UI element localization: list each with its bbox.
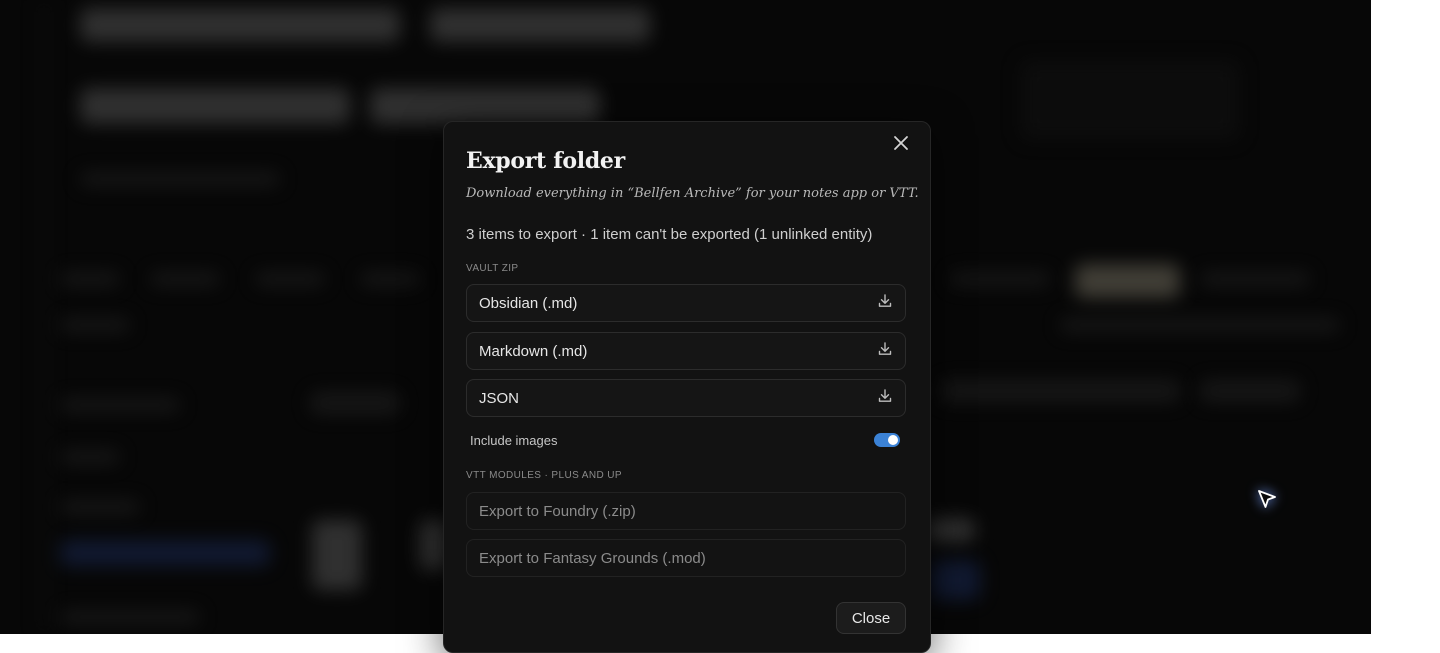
include-images-row: Include images [470, 430, 900, 450]
option-label: Export to Fantasy Grounds (.mod) [479, 549, 706, 567]
vtt-modules-section-label: VTT MODULES · PLUS AND UP [466, 470, 622, 481]
download-icon [877, 293, 893, 313]
vault-zip-section-label: VAULT ZIP [466, 263, 519, 274]
download-icon [877, 388, 893, 408]
close-icon[interactable] [890, 132, 912, 154]
close-button[interactable]: Close [836, 602, 906, 634]
option-label: JSON [479, 389, 520, 407]
export-foundry-button: Export to Foundry (.zip) [466, 492, 906, 530]
export-fantasy-grounds-button: Export to Fantasy Grounds (.mod) [466, 539, 906, 577]
dialog-subtitle: Download everything in “Bellfen Archive”… [466, 186, 919, 201]
option-label: Obsidian (.md) [479, 294, 578, 312]
export-obsidian-button[interactable]: Obsidian (.md) [466, 284, 906, 322]
dialog-title: Export folder [466, 148, 625, 174]
option-label: Markdown (.md) [479, 342, 588, 360]
export-folder-dialog: Export folder Download everything in “Be… [443, 121, 931, 653]
include-images-toggle[interactable] [874, 433, 900, 447]
cursor-pointer-icon [1256, 488, 1278, 510]
export-summary: 3 items to export · 1 item can't be expo… [466, 226, 873, 243]
export-markdown-button[interactable]: Markdown (.md) [466, 332, 906, 370]
include-images-label: Include images [470, 432, 558, 448]
toggle-knob [888, 435, 898, 445]
export-json-button[interactable]: JSON [466, 379, 906, 417]
download-icon [877, 341, 893, 361]
option-label: Export to Foundry (.zip) [479, 502, 636, 520]
